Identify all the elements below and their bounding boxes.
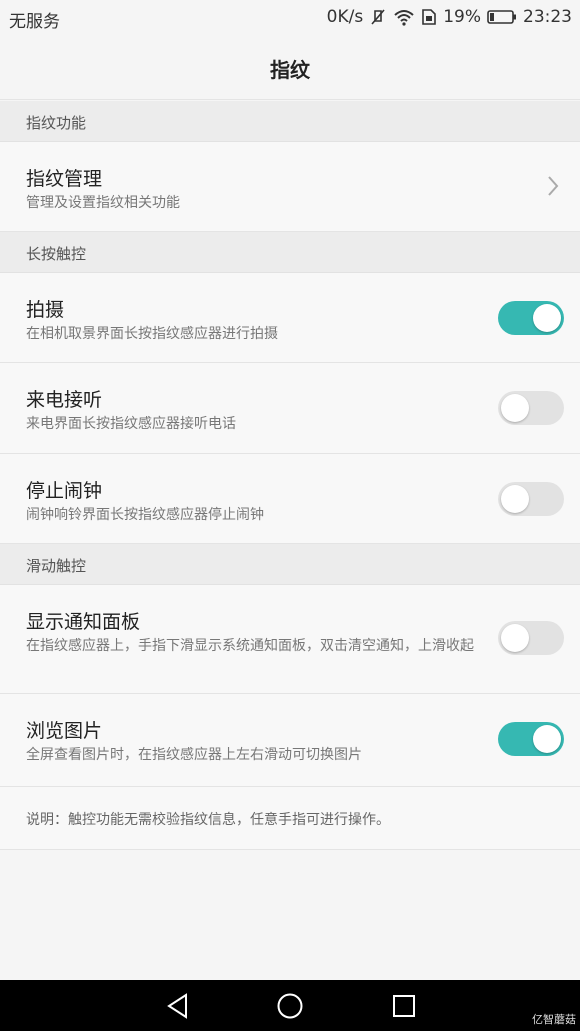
section-header-label: 滑动触控 bbox=[26, 557, 87, 575]
note-text: 说明：触控功能无需校验指纹信息，任意手指可进行操作。 bbox=[26, 812, 390, 828]
answer-call-item: 来电接听 来电界面长按指纹感应器接听电话 bbox=[0, 363, 580, 454]
stop-alarm-title: 停止闹钟 bbox=[26, 480, 103, 502]
notification-panel-item: 显示通知面板 在指纹感应器上，手指下滑显示系统通知面板，双击清空通知，上滑收起 bbox=[0, 585, 580, 694]
answer-call-toggle[interactable] bbox=[498, 391, 564, 425]
shoot-toggle[interactable] bbox=[498, 301, 564, 335]
section-header-fingerprint-functions: 指纹功能 bbox=[0, 101, 580, 142]
net-speed: 0K/s bbox=[326, 7, 364, 27]
section-header-long-press: 长按触控 bbox=[0, 232, 580, 273]
notification-panel-subtitle: 在指纹感应器上，手指下滑显示系统通知面板，双击清空通知，上滑收起 bbox=[26, 638, 474, 654]
browse-pictures-title: 浏览图片 bbox=[26, 720, 103, 742]
toggle-knob bbox=[533, 725, 561, 753]
notification-panel-toggle[interactable] bbox=[498, 621, 564, 655]
navigation-bar: 亿智蘑菇 bbox=[0, 980, 580, 1031]
fingerprint-manage-title: 指纹管理 bbox=[26, 168, 103, 190]
stop-alarm-item: 停止闹钟 闹钟响铃界面长按指纹感应器停止闹钟 bbox=[0, 454, 580, 544]
browse-pictures-item: 浏览图片 全屏查看图片时，在指纹感应器上左右滑动可切换图片 bbox=[0, 694, 580, 787]
section-header-label: 指纹功能 bbox=[26, 114, 87, 132]
carrier-label: 无服务 bbox=[9, 12, 60, 32]
clock: 23:23 bbox=[523, 7, 572, 27]
sim-icon bbox=[421, 8, 437, 26]
section-header-swipe: 滑动触控 bbox=[0, 544, 580, 585]
status-bar: 无服务 0K/s 19% 23:23 bbox=[0, 0, 580, 36]
page-title: 指纹 bbox=[270, 58, 310, 82]
battery-icon bbox=[487, 9, 517, 25]
answer-call-subtitle: 来电界面长按指纹感应器接听电话 bbox=[26, 416, 236, 432]
answer-call-title: 来电接听 bbox=[26, 389, 103, 411]
shoot-item: 拍摄 在相机取景界面长按指纹感应器进行拍摄 bbox=[0, 273, 580, 363]
section-header-label: 长按触控 bbox=[26, 245, 87, 263]
chevron-right-icon bbox=[546, 175, 560, 201]
toggle-knob bbox=[501, 485, 529, 513]
notification-panel-title: 显示通知面板 bbox=[26, 611, 141, 633]
stop-alarm-subtitle: 闹钟响铃界面长按指纹感应器停止闹钟 bbox=[26, 507, 264, 523]
shoot-subtitle: 在相机取景界面长按指纹感应器进行拍摄 bbox=[26, 326, 278, 342]
home-icon[interactable] bbox=[276, 992, 304, 1024]
status-icons: 0K/s 19% 23:23 bbox=[327, 7, 572, 27]
note-row: 说明：触控功能无需校验指纹信息，任意手指可进行操作。 bbox=[0, 787, 580, 850]
title-bar: 指纹 bbox=[0, 36, 580, 100]
back-icon[interactable] bbox=[164, 992, 192, 1024]
fingerprint-manage-item[interactable]: 指纹管理 管理及设置指纹相关功能 bbox=[0, 142, 580, 232]
toggle-knob bbox=[501, 624, 529, 652]
shoot-title: 拍摄 bbox=[26, 299, 65, 321]
toggle-knob bbox=[501, 394, 529, 422]
battery-percent: 19% bbox=[443, 7, 481, 27]
fingerprint-manage-subtitle: 管理及设置指纹相关功能 bbox=[26, 195, 180, 211]
recents-icon[interactable] bbox=[390, 992, 418, 1024]
watermark-logo: 亿智蘑菇 bbox=[532, 1013, 576, 1026]
mute-icon bbox=[369, 8, 387, 26]
browse-pictures-subtitle: 全屏查看图片时，在指纹感应器上左右滑动可切换图片 bbox=[26, 747, 362, 763]
toggle-knob bbox=[533, 304, 561, 332]
browse-pictures-toggle[interactable] bbox=[498, 722, 564, 756]
stop-alarm-toggle[interactable] bbox=[498, 482, 564, 516]
wifi-icon bbox=[393, 8, 415, 26]
